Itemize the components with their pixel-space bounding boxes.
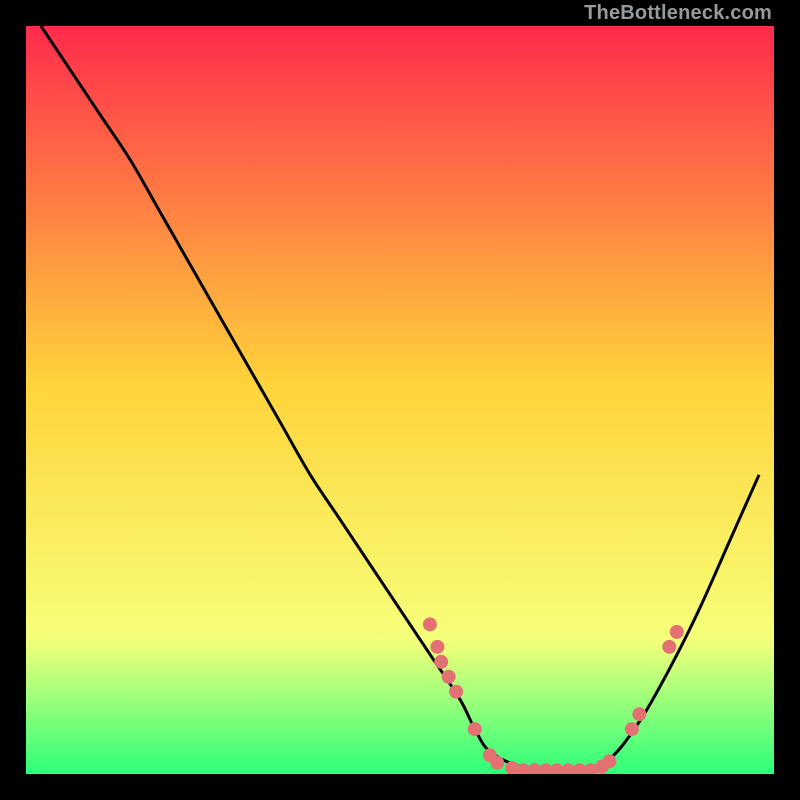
data-point-marker bbox=[468, 722, 482, 736]
data-point-marker bbox=[670, 625, 684, 639]
chart-frame bbox=[26, 26, 774, 774]
bottleneck-chart bbox=[26, 26, 774, 774]
gradient-background bbox=[26, 26, 774, 774]
data-point-marker bbox=[430, 640, 444, 654]
data-point-marker bbox=[442, 670, 456, 684]
data-point-marker bbox=[423, 617, 437, 631]
data-point-marker bbox=[434, 655, 448, 669]
data-point-marker bbox=[662, 640, 676, 654]
data-point-marker bbox=[625, 722, 639, 736]
data-point-marker bbox=[632, 707, 646, 721]
data-point-marker bbox=[490, 756, 504, 770]
watermark-text: TheBottleneck.com bbox=[584, 2, 772, 25]
data-point-marker bbox=[602, 754, 616, 768]
data-point-marker bbox=[449, 685, 463, 699]
